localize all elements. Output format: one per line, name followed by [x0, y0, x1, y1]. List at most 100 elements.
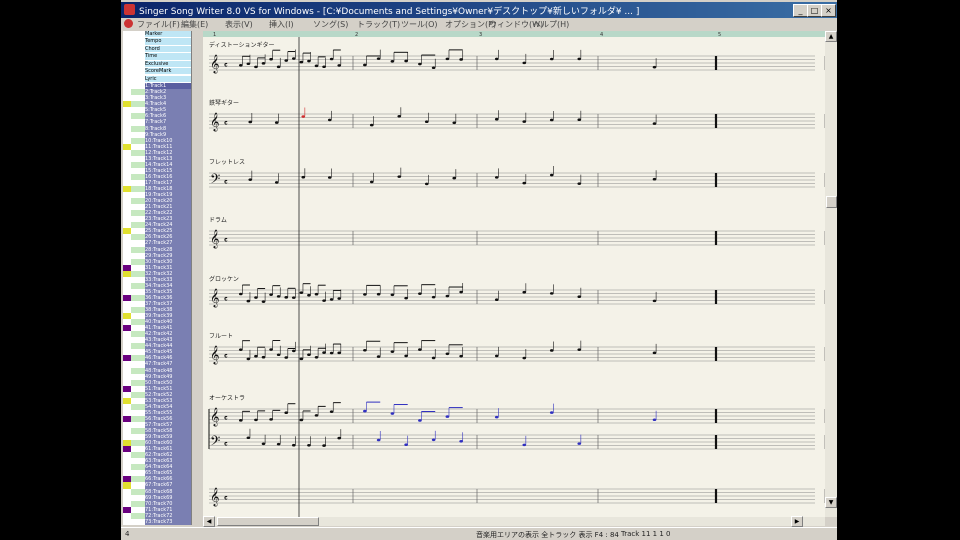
system-track-row[interactable]: Lyric: [123, 75, 191, 82]
system-track-row[interactable]: Time: [123, 53, 191, 60]
note-head: [522, 120, 527, 123]
note-head: [291, 57, 296, 60]
measure-number: 3: [479, 32, 482, 38]
system-track-label: Lyric: [145, 75, 191, 82]
scroll-up-button[interactable]: ▲: [825, 31, 837, 42]
staff-name: フルート: [209, 333, 233, 340]
note-head: [299, 291, 304, 294]
menu-item-0[interactable]: ファイル(F): [137, 19, 180, 30]
note-head: [494, 354, 499, 358]
staff-name: フレットレス: [209, 159, 245, 166]
vertical-scroll-thumb[interactable]: [826, 196, 837, 208]
minimize-button[interactable]: _: [793, 4, 808, 17]
system-track-row[interactable]: Marker: [123, 31, 191, 38]
score-view[interactable]: 1 2 3 4 5 ディストーションギター 𝄞 𝄴 鉄琴ギター 𝄞 𝄴 フレットレス 𝄢 𝄴 ドラム 𝄞 𝄴 グロ…: [203, 31, 825, 517]
system-track-row[interactable]: Chord: [123, 45, 191, 53]
time-signature: 𝄴: [224, 61, 228, 70]
note-head: [284, 411, 289, 415]
note-head: [284, 356, 289, 359]
note-head: [522, 61, 527, 65]
note-head: [363, 409, 367, 413]
system-track-row[interactable]: Exclusive: [123, 60, 191, 67]
note-head: [248, 120, 253, 124]
menu-item-4[interactable]: ソング(S): [313, 19, 348, 30]
note-head: [238, 292, 243, 296]
note-head: [494, 298, 499, 302]
note-head: [577, 118, 582, 122]
note-head: [549, 57, 554, 61]
note-head: [494, 117, 499, 121]
horizontal-scrollbar[interactable]: ◀ ▶: [203, 516, 825, 527]
note-head: [291, 296, 296, 299]
scroll-right-button[interactable]: ▶: [791, 516, 803, 527]
note-head: [254, 354, 258, 358]
note-head: [337, 64, 342, 67]
note-head: [404, 443, 408, 447]
note-head: [494, 57, 499, 61]
treble-clef-icon: 𝄢: [210, 433, 220, 452]
note-head: [452, 121, 457, 125]
system-track-label: ScoreMark: [145, 68, 191, 75]
menu-item-1[interactable]: 編集(E): [181, 19, 208, 30]
note-head: [404, 296, 408, 300]
note-head: [577, 182, 582, 185]
system-track-row[interactable]: Tempo: [123, 38, 191, 45]
note-head: [322, 65, 326, 69]
scroll-left-button[interactable]: ◀: [203, 516, 215, 527]
system-track-row[interactable]: ScoreMark: [123, 68, 191, 75]
document-icon[interactable]: [124, 19, 133, 28]
measure-number: 4: [600, 32, 603, 38]
system-track-label: Time: [145, 53, 191, 60]
note-head: [390, 412, 395, 415]
app-window: Singer Song Writer 8.0 VS for Windows - …: [121, 0, 837, 540]
close-button[interactable]: ×: [821, 4, 836, 17]
menu-item-3[interactable]: 挿入(I): [269, 19, 294, 30]
menu-item-9[interactable]: ヘルプ(H): [533, 19, 569, 30]
note-head: [549, 118, 554, 122]
note-head: [369, 123, 374, 127]
note-head: [291, 349, 296, 353]
note-head: [307, 443, 311, 447]
note-head: [322, 351, 326, 354]
menu-item-5[interactable]: トラック(T): [357, 19, 400, 30]
note-head: [522, 356, 527, 360]
note-head: [431, 295, 436, 299]
note-head: [261, 442, 266, 446]
system-track-label: Exclusive: [145, 60, 191, 67]
note-head: [314, 64, 319, 68]
note-head: [299, 418, 304, 422]
note-head: [445, 415, 450, 418]
note-head: [274, 121, 279, 124]
note-head: [254, 65, 258, 69]
note-head: [376, 292, 381, 296]
note-head: [246, 299, 251, 303]
menu-item-6[interactable]: ツール(O): [401, 19, 438, 30]
note-head: [459, 439, 463, 443]
staff-name: オーケストラ: [209, 395, 245, 402]
system-track-label: Tempo: [145, 38, 191, 45]
vertical-scrollbar[interactable]: ▲ ▼: [825, 31, 837, 517]
time-signature: 𝄴: [224, 352, 228, 361]
note-head: [652, 351, 657, 355]
note-head: [431, 66, 436, 70]
note-head: [327, 118, 332, 122]
note-head: [376, 355, 381, 358]
title-bar[interactable]: Singer Song Writer 8.0 VS for Windows - …: [121, 2, 837, 18]
maximize-button[interactable]: □: [807, 4, 822, 17]
window-title: Singer Song Writer 8.0 VS for Windows - …: [139, 7, 640, 17]
status-right: Track 11 1 1 0: [621, 530, 671, 538]
note-head: [418, 348, 422, 351]
system-track-label: Chord: [145, 45, 191, 53]
note-head: [329, 298, 334, 301]
time-signature: 𝄴: [224, 178, 228, 187]
time-signature: 𝄴: [224, 440, 228, 449]
note-head: [269, 418, 273, 421]
app-icon[interactable]: [124, 4, 135, 15]
scroll-down-button[interactable]: ▼: [825, 497, 837, 508]
note-head: [337, 297, 342, 300]
horizontal-scroll-thumb[interactable]: [217, 517, 319, 526]
time-signature: 𝄴: [224, 295, 228, 304]
time-signature: 𝄴: [224, 236, 228, 245]
track-list[interactable]: Marker Tempo Chord Time Exclusive ScoreMark Ly…: [123, 31, 192, 525]
menu-item-2[interactable]: 表示(V): [225, 19, 253, 30]
